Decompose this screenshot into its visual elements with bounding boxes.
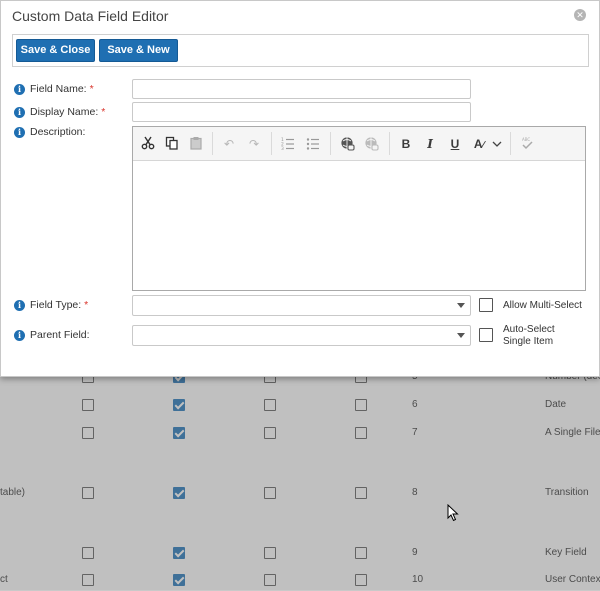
- toolbar-separator: [271, 132, 272, 155]
- bold-icon[interactable]: B: [398, 136, 414, 152]
- toolbar-separator: [510, 132, 511, 155]
- info-icon[interactable]: i: [14, 330, 25, 341]
- chevron-down-icon: [457, 333, 465, 338]
- toolbar-separator: [389, 132, 390, 155]
- allow-multi-select-checkbox[interactable]: [479, 298, 493, 312]
- custom-data-field-editor-dialog: Custom Data Field Editor ✕ Save & Close …: [0, 0, 600, 377]
- info-icon[interactable]: i: [14, 127, 25, 138]
- copy-icon[interactable]: [164, 136, 180, 152]
- parent-field-label: Parent Field:: [30, 329, 90, 341]
- italic-icon[interactable]: I: [422, 136, 438, 152]
- display-name-input[interactable]: [132, 102, 471, 122]
- toolbar-separator: [330, 132, 331, 155]
- info-icon[interactable]: i: [14, 300, 25, 311]
- underline-icon[interactable]: U: [447, 136, 463, 152]
- field-type-select[interactable]: [132, 295, 471, 316]
- toolbar-separator: [212, 132, 213, 155]
- editor-toolbar: ↶ ↷ 123 B I U A∕ ABC: [133, 127, 585, 161]
- svg-text:ABC: ABC: [522, 137, 530, 142]
- spellcheck-icon[interactable]: ABC: [519, 136, 535, 152]
- save-new-button[interactable]: Save & New: [99, 39, 178, 62]
- auto-select-checkbox[interactable]: [479, 328, 493, 342]
- redo-icon[interactable]: ↷: [246, 136, 262, 152]
- link-icon[interactable]: [339, 136, 355, 152]
- paste-icon[interactable]: [188, 136, 204, 152]
- parent-field-select[interactable]: [132, 325, 471, 346]
- font-style-icon[interactable]: A∕: [471, 136, 487, 152]
- display-name-label: Display Name: *: [30, 106, 106, 118]
- field-name-label: Field Name: *: [30, 83, 94, 95]
- numbered-list-icon[interactable]: 123: [280, 136, 296, 152]
- dropdown-icon[interactable]: [491, 136, 503, 152]
- save-close-button[interactable]: Save & Close: [16, 39, 95, 62]
- cut-icon[interactable]: [140, 136, 156, 152]
- info-icon[interactable]: i: [14, 84, 25, 95]
- field-type-label: Field Type: *: [30, 299, 89, 311]
- bulleted-list-icon[interactable]: [305, 136, 321, 152]
- dialog-toolbar: Save & Close Save & New: [12, 34, 589, 67]
- undo-icon[interactable]: ↶: [221, 136, 237, 152]
- close-icon[interactable]: ✕: [574, 9, 586, 21]
- field-name-input[interactable]: [132, 79, 471, 99]
- description-label: Description:: [30, 126, 86, 138]
- description-editor: ↶ ↷ 123 B I U A∕ ABC: [132, 126, 586, 291]
- svg-text:3: 3: [281, 146, 284, 150]
- mouse-cursor-icon: [447, 504, 459, 522]
- allow-multi-select-label: Allow Multi-Select: [503, 300, 582, 311]
- info-icon[interactable]: i: [14, 107, 25, 118]
- unlink-icon[interactable]: [363, 136, 379, 152]
- auto-select-label: Auto-Select Single Item: [503, 324, 555, 347]
- dialog-title: Custom Data Field Editor: [12, 8, 169, 24]
- chevron-down-icon: [457, 303, 465, 308]
